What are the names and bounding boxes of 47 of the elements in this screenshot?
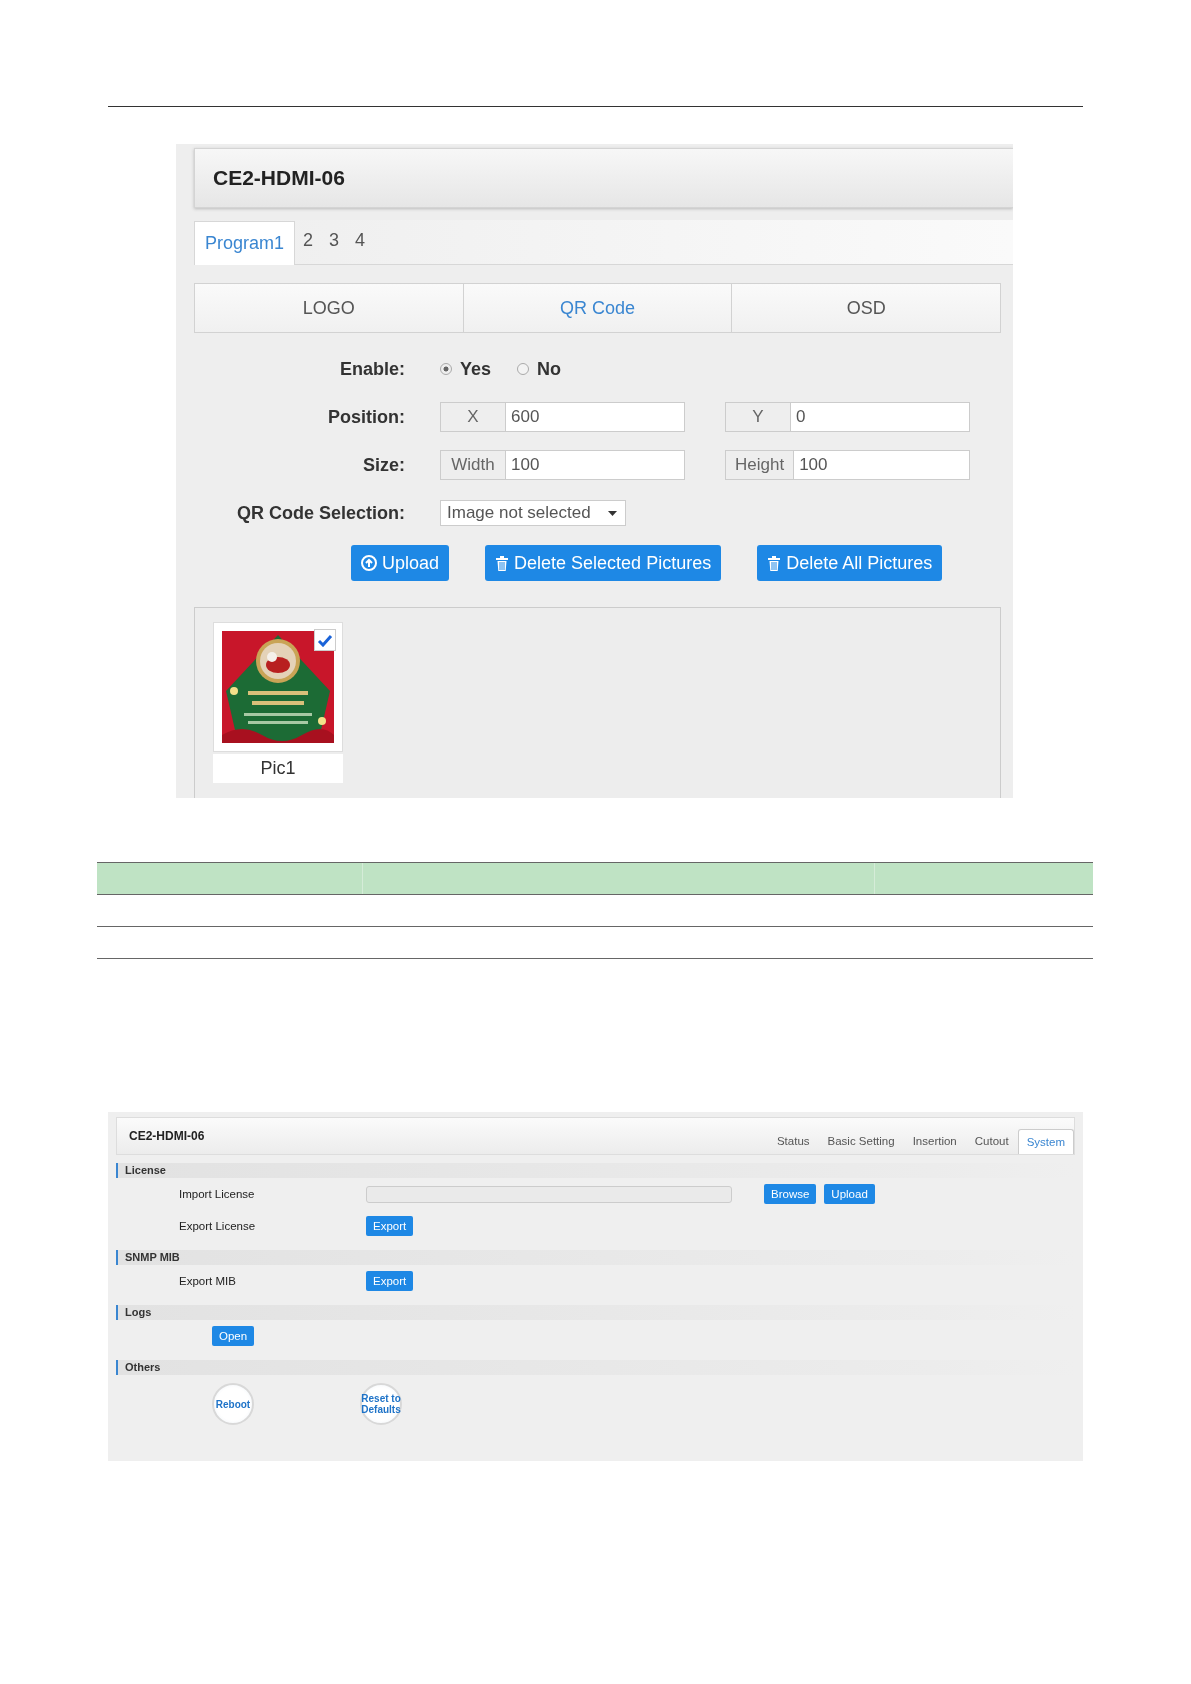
program-tab[interactable]: 2 [295, 230, 322, 264]
picture-caption: Pic1 [213, 754, 343, 783]
field-label: Size: [362, 454, 406, 476]
nav-tab[interactable]: System [1017, 1129, 1074, 1154]
check-icon [317, 633, 333, 647]
button[interactable]: Upload [824, 1184, 875, 1204]
dropdown[interactable]: Image not selected [440, 500, 626, 526]
nav-tab[interactable]: Status [767, 1135, 819, 1154]
field-label: Export MIB [178, 1275, 237, 1287]
field-label: Position: [327, 406, 406, 428]
feature-tab[interactable]: LOGO [195, 284, 464, 332]
input-group[interactable]: Y 0 [725, 402, 970, 432]
trash-icon [495, 554, 510, 572]
field-label: Enable: [339, 358, 406, 380]
radio-label: No [537, 358, 562, 380]
window-title: CE2-HDMI-06 [213, 166, 345, 190]
round-button[interactable]: Reboot [212, 1383, 254, 1425]
radio-button[interactable] [517, 363, 530, 375]
delete-button[interactable]: Delete All Pictures [757, 545, 943, 581]
round-button[interactable]: Reset to Defaults [360, 1383, 402, 1425]
program-tab[interactable]: 4 [347, 230, 374, 264]
feature-tab[interactable]: QR Code [463, 284, 733, 332]
button[interactable]: Open [212, 1326, 255, 1346]
trash-icon [767, 554, 782, 572]
window-title: CE2-HDMI-06 [129, 1129, 205, 1143]
button[interactable]: Export [366, 1216, 414, 1236]
nav-tab[interactable]: Cutout [965, 1135, 1018, 1154]
nav-tab[interactable]: Basic Setting [818, 1135, 904, 1154]
input-group[interactable]: X 600 [440, 402, 685, 432]
field-label: Export License [178, 1220, 257, 1232]
input-group[interactable]: Width 100 [440, 450, 685, 480]
radio-button[interactable] [440, 363, 452, 375]
program-tab[interactable]: Program1 [194, 221, 296, 265]
button[interactable]: Export [366, 1271, 414, 1291]
nav-tab[interactable]: Insertion [903, 1135, 966, 1154]
radio-label: Yes [460, 358, 492, 380]
field-label: Import License [178, 1188, 256, 1200]
program-tab[interactable]: 3 [321, 230, 348, 264]
delete-button[interactable]: Delete Selected Pictures [485, 545, 722, 581]
caret-icon [608, 510, 617, 516]
upload-icon [361, 555, 377, 571]
file-path-field[interactable] [366, 1185, 732, 1203]
button[interactable]: Browse [764, 1184, 817, 1204]
input-group[interactable]: Height 100 [725, 450, 970, 480]
checkbox[interactable] [314, 629, 336, 651]
upload-button[interactable]: Upload [351, 545, 450, 581]
field-label: QR Code Selection: [235, 502, 406, 524]
